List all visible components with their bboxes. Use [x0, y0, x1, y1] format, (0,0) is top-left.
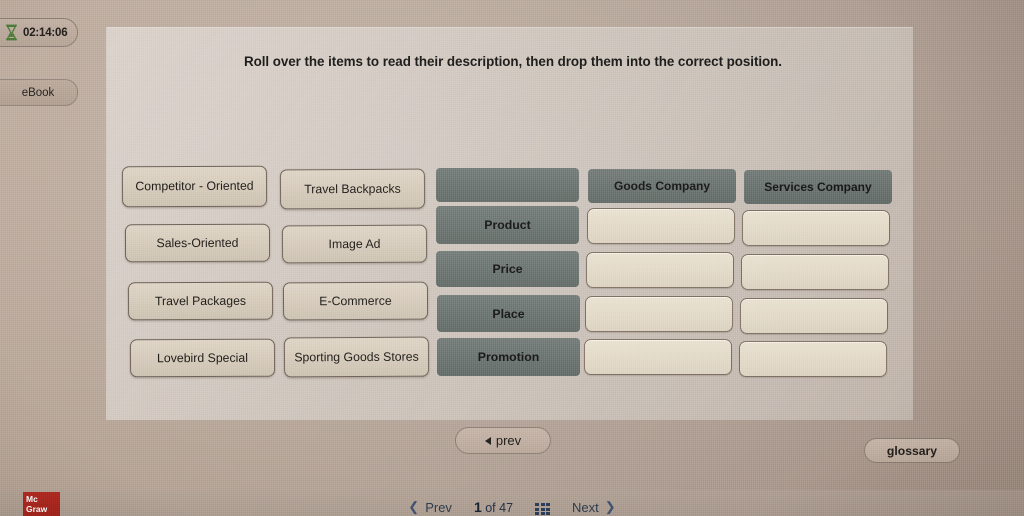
item-label: Travel Backpacks [304, 181, 401, 196]
prev-button[interactable]: prev [455, 427, 551, 454]
item-label: Lovebird Special [156, 350, 248, 365]
drop-zone-price-goods[interactable] [586, 252, 734, 288]
row-label-text: Place [492, 306, 525, 321]
drop-zone-product-goods[interactable] [587, 208, 735, 244]
draggable-item-travel-backpacks[interactable]: Travel Backpacks [279, 168, 426, 210]
prev-button-label: prev [495, 433, 522, 448]
pager-next-label: Next [572, 499, 599, 515]
item-label: Travel Packages [154, 293, 247, 308]
draggable-item-sales-oriented[interactable]: Sales-Oriented [124, 223, 271, 263]
page-indicator: 1 of 47 [474, 499, 513, 515]
row-label-place: Place [437, 295, 580, 332]
row-label-text: Promotion [477, 350, 540, 364]
ebook-tab-label: eBook [21, 86, 55, 99]
glossary-button-label: glossary [886, 443, 938, 458]
page-current: 1 [473, 499, 482, 515]
column-header-label: Services Company [764, 179, 872, 194]
ebook-tab[interactable]: eBook [0, 79, 78, 106]
draggable-item-competitor-oriented[interactable]: Competitor - Oriented [121, 165, 268, 208]
grid-view-icon[interactable] [535, 503, 551, 515]
glossary-button[interactable]: glossary [864, 438, 960, 463]
draggable-items-pool: Competitor - Oriented Travel Backpacks S… [121, 165, 434, 380]
chevron-right-icon: ❯ [604, 499, 616, 514]
pager-prev-button[interactable]: ❮ Prev [408, 499, 452, 515]
drop-target-grid: Goods Company Services Company Product P… [436, 166, 892, 381]
row-label-text: Product [484, 218, 531, 232]
column-header-services-company: Services Company [744, 170, 892, 204]
row-label-product: Product [436, 206, 579, 244]
column-header-goods-company: Goods Company [588, 169, 736, 203]
hourglass-icon [5, 24, 18, 41]
triangle-left-icon [484, 436, 491, 445]
column-header-label: Goods Company [613, 178, 710, 193]
drop-zone-product-services[interactable] [742, 210, 890, 246]
page-total: 47 [499, 501, 514, 515]
drop-zone-promotion-services[interactable] [739, 341, 887, 377]
drop-zone-place-services[interactable] [740, 298, 888, 334]
item-label: Competitor - Oriented [135, 178, 254, 194]
draggable-item-lovebird-special[interactable]: Lovebird Special [129, 338, 276, 378]
monitor-screen: 02:14:06 eBook Roll over the items to re… [0, 0, 1024, 516]
row-label-price: Price [436, 251, 579, 287]
draggable-item-sporting-goods-stores[interactable]: Sporting Goods Stores [283, 336, 430, 378]
row-label-promotion: Promotion [437, 338, 580, 376]
draggable-item-e-commerce[interactable]: E-Commerce [282, 281, 429, 321]
grid-corner-cell [436, 168, 579, 202]
drop-zone-place-goods[interactable] [585, 296, 733, 332]
pager-next-button[interactable]: Next ❯ [572, 499, 616, 515]
chevron-left-icon: ❮ [408, 499, 420, 514]
exam-timer: 02:14:06 [0, 18, 78, 47]
item-label: Sporting Goods Stores [294, 349, 419, 364]
pager-prev-label: Prev [425, 499, 452, 515]
draggable-item-travel-packages[interactable]: Travel Packages [127, 281, 274, 321]
page-of: of [485, 501, 496, 515]
drop-zone-price-services[interactable] [741, 254, 889, 290]
drop-zone-promotion-goods[interactable] [584, 339, 732, 375]
page-instruction: Roll over the items to read their descri… [244, 54, 782, 69]
timer-value: 02:14:06 [23, 26, 68, 39]
item-label: Image Ad [328, 236, 381, 251]
pager-controls: ❮ Prev 1 of 47 Next ❯ [0, 490, 1024, 516]
item-label: Sales-Oriented [156, 235, 239, 250]
item-label: E-Commerce [319, 293, 392, 308]
draggable-item-image-ad[interactable]: Image Ad [281, 224, 428, 264]
row-label-text: Price [492, 262, 523, 276]
